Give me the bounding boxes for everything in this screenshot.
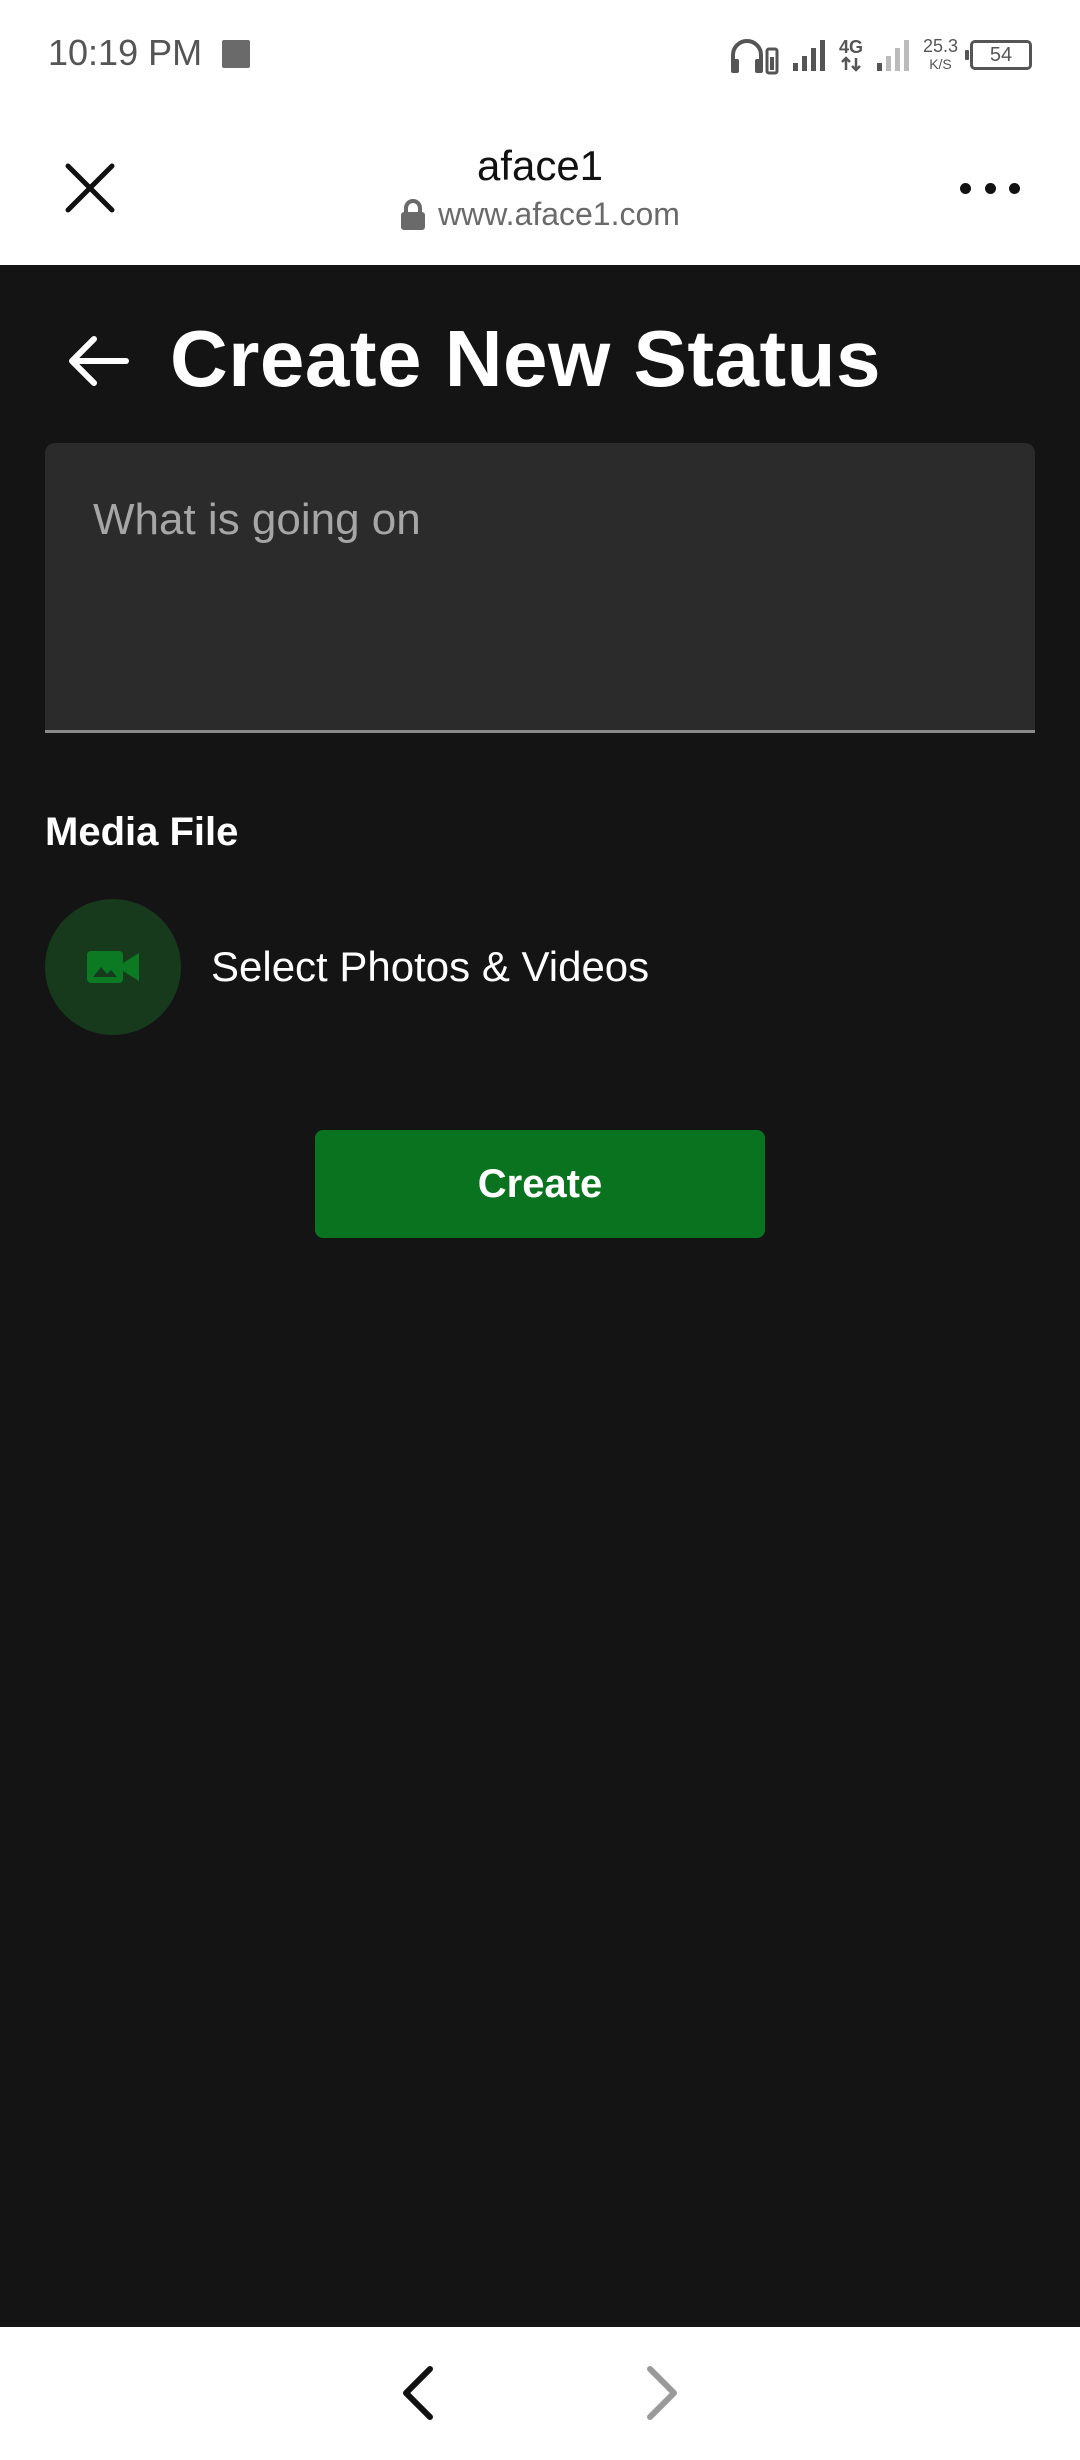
network-type-label: 4G — [838, 37, 863, 57]
back-button[interactable] — [64, 331, 132, 391]
nav-back-button[interactable] — [390, 2363, 450, 2423]
browser-bottom-nav — [0, 2327, 1080, 2460]
battery-icon: 54 — [965, 40, 1032, 70]
browser-header: aface1 www.aface1.com — [0, 110, 1080, 265]
more-options-button[interactable] — [960, 170, 1020, 206]
nav-forward-button[interactable] — [630, 2363, 690, 2423]
lock-icon — [401, 198, 426, 230]
select-media-button[interactable]: Select Photos & Videos — [45, 899, 649, 1035]
site-title: aface1 — [476, 142, 604, 189]
page-title: Create New Status — [170, 314, 881, 403]
more-horizontal-icon — [960, 182, 971, 194]
create-button[interactable]: Create — [315, 1130, 765, 1238]
status-text-input[interactable] — [45, 443, 1035, 733]
battery-level: 54 — [989, 43, 1013, 66]
network-speed: 25.3 K/S — [923, 37, 958, 73]
chevron-right-icon — [647, 2366, 677, 2420]
chevron-left-icon — [403, 2366, 433, 2420]
site-url-row: www.aface1.com — [0, 196, 1080, 233]
select-media-label: Select Photos & Videos — [211, 943, 650, 990]
network-type: 4G — [839, 38, 863, 72]
arrow-left-icon — [69, 336, 129, 386]
media-icon-circle — [45, 899, 181, 1035]
more-horizontal-icon-dot — [1009, 182, 1020, 194]
network-speed-unit: K/S — [929, 56, 952, 72]
main-content: Create New Status Media File Select Phot… — [0, 265, 1080, 2327]
headphones-icon — [729, 35, 779, 75]
notification-icon — [222, 40, 250, 68]
system-status-bar: 10:19 PM 4G 25.3 K/S 54 — [0, 0, 1080, 110]
site-url: www.aface1.com — [438, 196, 680, 232]
status-indicators: 4G 25.3 K/S 54 — [729, 30, 1032, 80]
video-camera-icon — [87, 951, 139, 983]
network-speed-value: 25.3 — [922, 36, 958, 56]
status-time: 10:19 PM — [48, 32, 203, 73]
signal-icon — [791, 37, 827, 73]
media-file-label: Media File — [45, 810, 239, 854]
signal-weak-icon — [875, 37, 911, 73]
more-horizontal-icon-dot — [984, 182, 996, 194]
